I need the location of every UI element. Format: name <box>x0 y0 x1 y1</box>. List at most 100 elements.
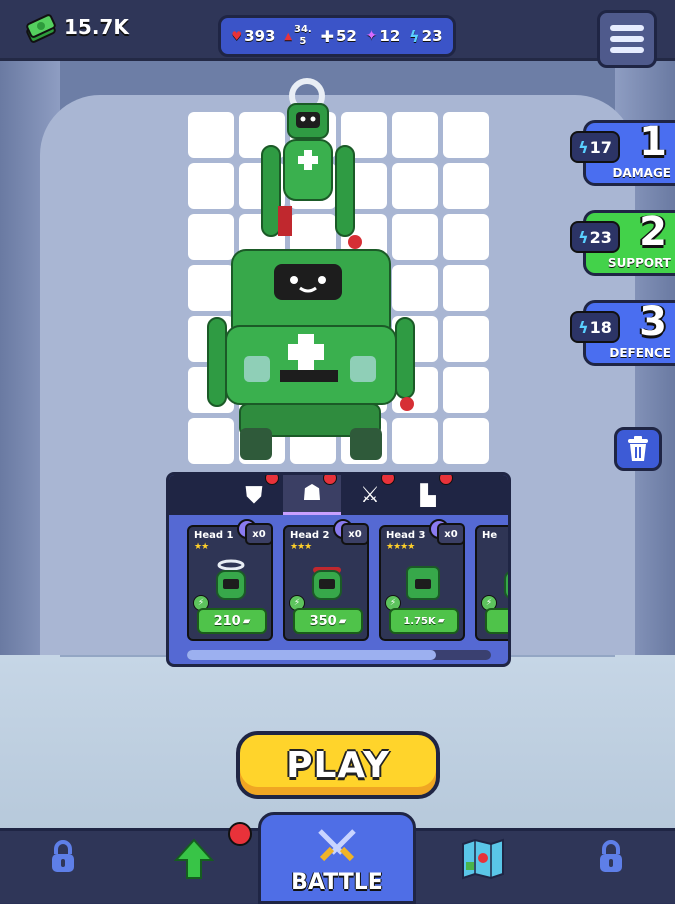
speed-stat: ✦ 12 <box>366 27 401 45</box>
lightning-icon: ϟ <box>578 227 589 247</box>
stats-bar: ♥ 393 ▲ 34. 5 ✚ 52 ✦ 12 ϟ 23 <box>218 15 456 57</box>
grid-cell[interactable] <box>443 418 489 464</box>
part-stars: ★★★★ <box>386 542 415 552</box>
up-arrow-icon <box>174 838 214 879</box>
part-count: x0 <box>341 523 369 545</box>
cash-stack-icon <box>26 14 56 43</box>
parts-panel: ⛊ ☗ ⚔ ▙ Head 1 ★★ i x0 ⚡ 210▰ <box>166 472 511 667</box>
nav-upgrade[interactable] <box>174 838 214 880</box>
robot-left-arm <box>261 145 281 237</box>
buy-button[interactable]: 1.75K ▰ <box>389 608 459 634</box>
defence-cost-badge: ϟ 18 <box>570 311 620 343</box>
energy-stat: ϟ 23 <box>409 27 442 46</box>
buy-button[interactable]: 8 <box>485 608 508 634</box>
menu-button[interactable] <box>597 10 657 68</box>
cash-icon: ▰ <box>242 615 251 627</box>
damage-cost-badge: ϟ 17 <box>570 131 620 163</box>
grid-cell[interactable] <box>443 112 489 158</box>
robot-belt-item <box>278 206 292 236</box>
cash-display: 15.7K <box>24 10 129 44</box>
part-card-head-2[interactable]: Head 2 ★★★ i x0 ⚡ 350▰ <box>283 519 369 641</box>
part-name: Head 1 <box>194 530 234 541</box>
category-support-button[interactable]: ϟ 23 2 SUPPORT <box>570 209 675 276</box>
speed-value: 12 <box>379 27 401 45</box>
grid-cell[interactable] <box>443 265 489 311</box>
tab-weapon[interactable]: ⚔ <box>341 475 399 515</box>
helmet-icon: ☗ <box>302 481 322 506</box>
lightning-icon: ϟ <box>409 26 420 46</box>
grid-cell[interactable] <box>443 163 489 209</box>
cash-icon: ▰ <box>338 615 347 627</box>
notification-dot <box>323 475 337 485</box>
head-part-icon <box>312 567 342 600</box>
price-value: 1.75K <box>403 615 436 627</box>
part-count: x0 <box>245 523 273 545</box>
grid-cell[interactable] <box>443 316 489 362</box>
head-part-icon <box>406 566 440 600</box>
health-value: 393 <box>244 27 276 45</box>
part-card-head-4[interactable]: He ⚡ 8 <box>475 525 508 641</box>
defence-cost: 18 <box>589 317 612 337</box>
part-card-head-1[interactable]: Head 1 ★★ i x0 ⚡ 210▰ <box>187 519 273 641</box>
menu-line <box>610 47 644 53</box>
nav-battle-button[interactable]: BATTLE <box>258 812 416 904</box>
lightning-icon: ϟ <box>578 317 589 337</box>
lightning-icon: ϟ <box>578 137 589 157</box>
heal-cross-icon: ✚ <box>320 26 334 46</box>
notification-dot <box>228 822 252 846</box>
robot-face-screen <box>274 264 342 300</box>
support-number: 2 <box>639 209 667 255</box>
parts-scrollbar[interactable] <box>187 650 491 660</box>
robot-right-arm <box>335 145 355 237</box>
boot-icon: ▙ <box>420 483 436 507</box>
attack-value-line1: 34. <box>294 24 312 35</box>
damage-cost: 17 <box>589 137 612 157</box>
nav-locked-right[interactable] <box>596 838 626 876</box>
support-cost-badge: ϟ 23 <box>570 221 620 253</box>
lock-icon <box>600 840 622 872</box>
robot-model[interactable] <box>200 72 430 472</box>
category-defence-button[interactable]: ϟ 18 3 DEFENCE <box>570 299 675 366</box>
tab-legs[interactable]: ▙ <box>399 475 457 515</box>
nav-locked-left[interactable] <box>48 838 78 876</box>
attack-stat: ▲ 34. 5 <box>284 24 311 48</box>
battle-label: BATTLE <box>291 870 383 895</box>
menu-line <box>610 36 644 42</box>
nav-map[interactable] <box>460 838 506 880</box>
price-value: 350 <box>309 613 337 629</box>
heart-icon: ♥ <box>231 29 243 43</box>
crossed-swords-icon <box>318 829 356 862</box>
lock-icon <box>52 840 74 872</box>
trash-icon <box>628 436 648 461</box>
tab-body[interactable]: ⛊ <box>225 475 283 515</box>
support-label: SUPPORT <box>607 256 671 270</box>
part-cards: Head 1 ★★ i x0 ⚡ 210▰ Head 2 ★★★ i x0 ⚡ … <box>187 519 508 645</box>
part-card-head-3[interactable]: Head 3 ★★★★ i x0 ⚡ 1.75K▰ <box>379 519 465 641</box>
damage-number: 1 <box>639 119 667 165</box>
scroll-thumb[interactable] <box>187 650 437 660</box>
menu-line <box>610 25 644 31</box>
buy-button[interactable]: 210 ▰ <box>197 608 267 634</box>
grid-cell[interactable] <box>443 367 489 413</box>
notification-dot <box>265 475 279 485</box>
map-icon <box>462 838 504 880</box>
attack-value-line2: 5 <box>299 36 307 47</box>
notification-dot <box>381 475 395 485</box>
part-name: Head 3 <box>386 530 426 541</box>
price-value: 210 <box>213 613 241 629</box>
defence-number: 3 <box>639 299 667 345</box>
category-damage-button[interactable]: ϟ 17 1 DAMAGE <box>570 119 675 186</box>
head-part-icon <box>216 559 246 600</box>
play-button[interactable]: PLAY <box>236 731 440 799</box>
trash-button[interactable] <box>614 427 662 471</box>
heal-stat: ✚ 52 <box>321 27 357 46</box>
body-armor-icon: ⛊ <box>245 482 263 508</box>
tab-head[interactable]: ☗ <box>283 475 341 515</box>
grid-cell[interactable] <box>443 214 489 260</box>
part-stars: ★★ <box>194 542 209 552</box>
cash-amount: 15.7K <box>64 15 129 39</box>
attack-icon: ▲ <box>284 30 293 42</box>
support-cost: 23 <box>589 227 612 247</box>
buy-button[interactable]: 350 ▰ <box>293 608 363 634</box>
damage-label: DAMAGE <box>612 166 671 180</box>
